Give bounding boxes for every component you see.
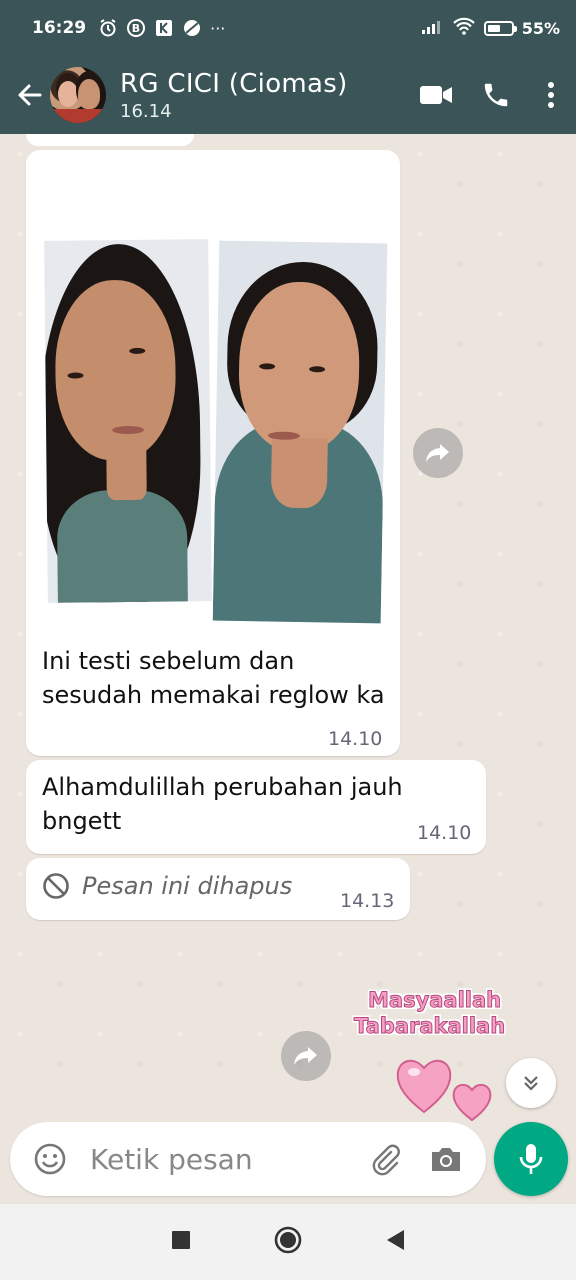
system-navigation-bar xyxy=(0,1204,576,1280)
alarm-icon xyxy=(98,18,118,38)
svg-text:B: B xyxy=(132,22,140,35)
wifi-icon xyxy=(452,17,476,39)
image-message[interactable]: Ini testi sebelum dan sesudah memakai re… xyxy=(26,150,400,756)
sticker-line-2: Tabarakallah xyxy=(353,1014,506,1039)
square-icon xyxy=(172,1231,190,1249)
sticker-line-1: Masyaallah xyxy=(367,988,502,1013)
hearts-icon xyxy=(396,1059,492,1122)
chat-area[interactable]: Ini testi sebelum dan sesudah memakai re… xyxy=(0,134,576,1122)
signal-icon xyxy=(421,18,444,38)
message-time: 14.10 xyxy=(417,822,472,844)
home-button[interactable] xyxy=(273,1225,303,1259)
back-button[interactable] xyxy=(0,56,52,134)
voice-message-button[interactable] xyxy=(494,1122,568,1196)
ball-app-icon xyxy=(182,18,202,38)
back-nav-button[interactable] xyxy=(385,1229,405,1255)
battery-icon xyxy=(483,20,517,36)
triangle-back-icon xyxy=(387,1230,404,1250)
b-app-icon: B xyxy=(126,18,146,38)
last-seen: 16.14 xyxy=(120,100,172,122)
arrow-left-icon xyxy=(18,84,42,106)
photo-after xyxy=(212,240,388,624)
chat-header: RG CICI (Ciomas) 16.14 xyxy=(0,56,576,134)
forward-button[interactable] xyxy=(281,1031,331,1081)
message-composer xyxy=(10,1122,486,1196)
camera-icon xyxy=(432,1148,460,1171)
message-text: Ini testi sebelum dan sesudah memakai re… xyxy=(42,647,385,709)
blocked-icon xyxy=(43,873,69,899)
smiley-icon xyxy=(34,1143,66,1175)
status-bar: 16:29 B ··· 55% xyxy=(0,0,576,56)
message-time: 14.13 xyxy=(340,890,395,912)
previous-message-bubble[interactable] xyxy=(26,134,194,146)
video-call-button[interactable] xyxy=(406,56,466,134)
k-app-icon xyxy=(154,18,174,38)
share-arrow-icon xyxy=(294,1047,317,1065)
scroll-to-bottom-button[interactable] xyxy=(506,1058,556,1108)
emoji-button[interactable] xyxy=(26,1135,74,1183)
paperclip-icon xyxy=(372,1144,400,1176)
before-after-photo[interactable] xyxy=(44,234,388,626)
circle-icon xyxy=(274,1226,302,1254)
camera-button[interactable] xyxy=(422,1135,470,1183)
contact-info[interactable]: RG CICI (Ciomas) 16.14 xyxy=(120,69,406,122)
forward-button[interactable] xyxy=(413,428,463,478)
avatar[interactable] xyxy=(50,67,106,123)
recents-button[interactable] xyxy=(171,1230,191,1254)
contact-name: RG CICI (Ciomas) xyxy=(120,68,348,99)
photo-before xyxy=(44,239,212,603)
deleted-text: Pesan ini dihapus xyxy=(82,872,293,900)
message-input[interactable] xyxy=(90,1142,362,1176)
text-message[interactable]: Alhamdulillah perubahan jauh bngett 14.1… xyxy=(26,760,486,854)
voice-call-button[interactable] xyxy=(466,56,526,134)
microphone-icon xyxy=(519,1144,543,1174)
status-time: 16:29 xyxy=(32,18,87,38)
message-text: Alhamdulillah perubahan jauh bngett xyxy=(42,773,403,835)
video-camera-icon xyxy=(420,86,452,104)
deleted-message[interactable]: Pesan ini dihapus 14.13 xyxy=(26,858,410,920)
more-notifications-icon: ··· xyxy=(210,18,226,38)
message-time: 14.10 xyxy=(328,728,383,750)
share-arrow-icon xyxy=(426,444,449,462)
attach-button[interactable] xyxy=(362,1135,410,1183)
more-options-button[interactable] xyxy=(526,56,576,134)
battery-percent: 55% xyxy=(521,18,560,38)
phone-icon xyxy=(484,83,508,107)
more-vert-icon xyxy=(548,82,554,108)
chevron-double-down-icon xyxy=(524,1076,538,1091)
